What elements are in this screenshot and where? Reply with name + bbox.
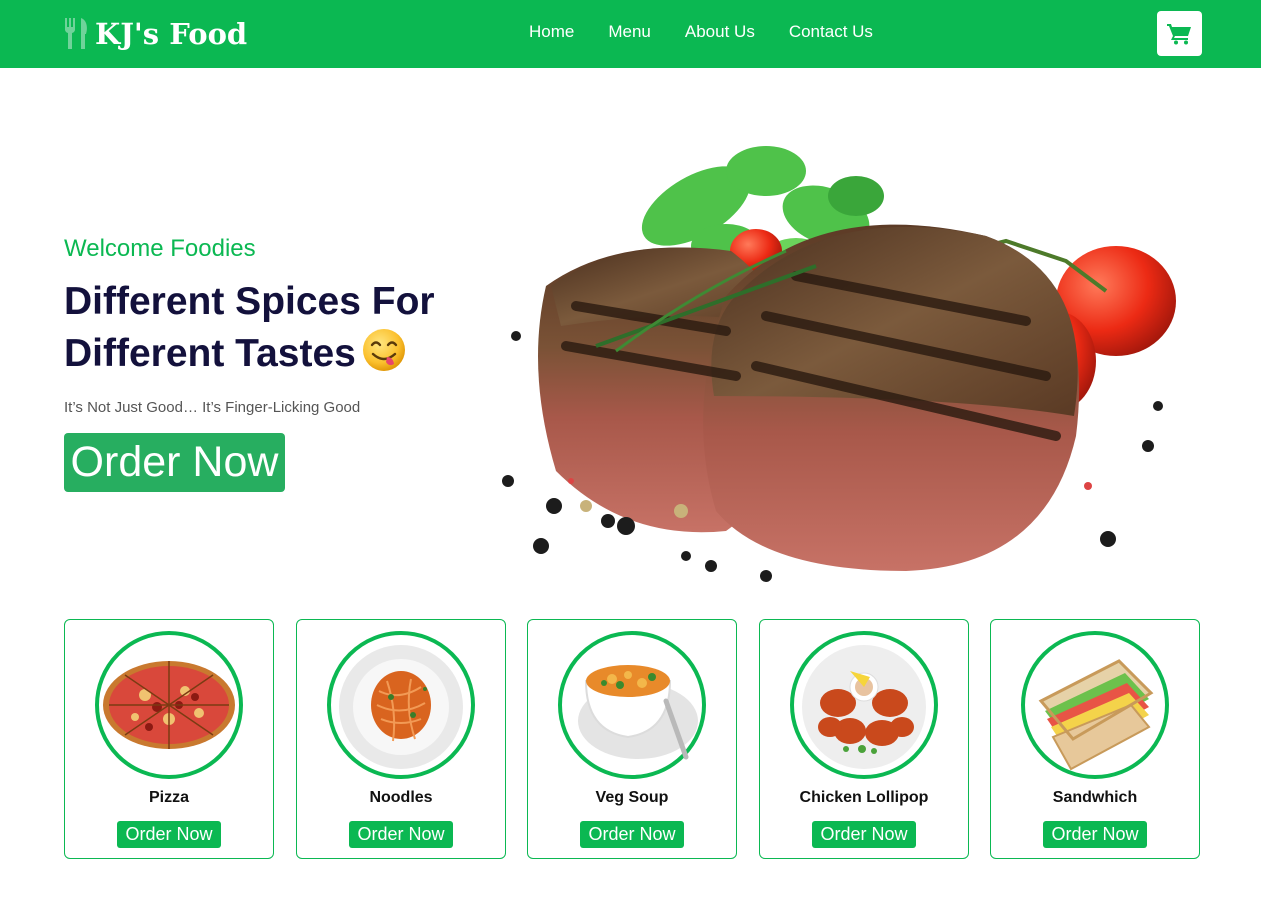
menu-item-name: Chicken Lollipop	[799, 789, 929, 806]
menu-item-name: Sandwhich	[1052, 789, 1138, 806]
menu-card-chicken-lollipop: Chicken Lollipop Order Now	[759, 619, 969, 859]
hero-title: Different Spices For Different Tastes	[64, 276, 484, 380]
chicken-lollipop-image	[790, 631, 938, 779]
nav-about-us[interactable]: About Us	[668, 20, 772, 44]
menu-item-name: Pizza	[148, 789, 189, 806]
veg-soup-order-now-button[interactable]: Order Now	[580, 821, 684, 848]
navbar: KJ's Food Home Menu About Us Contact Us	[0, 0, 1261, 68]
menu-card-noodles: Noodles Order Now	[296, 619, 506, 859]
hero-steak-image	[496, 136, 1200, 586]
chicken-lollipop-order-now-button[interactable]: Order Now	[812, 821, 916, 848]
cart-icon	[1166, 23, 1191, 44]
hero-tagline: It’s Not Just Good… It’s Finger-Licking …	[64, 399, 361, 416]
pizza-image	[95, 631, 243, 779]
hero-title-line2: Different Tastes	[64, 332, 356, 375]
fork-knife-icon	[65, 18, 87, 49]
brand-logo-link[interactable]: KJ's Food	[63, 14, 247, 54]
menu-card-pizza: Pizza Order Now	[64, 619, 274, 859]
steak-illustration	[496, 136, 1200, 586]
hero-subtitle: Welcome Foodies	[64, 235, 256, 262]
nav-home[interactable]: Home	[512, 20, 591, 44]
face-savoring-food-emoji-icon	[362, 329, 405, 371]
menu-item-name: Noodles	[369, 789, 433, 806]
noodles-order-now-button[interactable]: Order Now	[349, 821, 453, 848]
nav-links: Home Menu About Us Contact Us	[512, 20, 890, 44]
hero-order-now-button[interactable]: Order Now	[64, 433, 285, 492]
hero-title-line1: Different Spices For	[64, 280, 435, 323]
brand-name: KJ's Food	[95, 17, 248, 51]
nav-contact-us[interactable]: Contact Us	[772, 20, 890, 44]
menu-card-veg-soup: Veg Soup Order Now	[527, 619, 737, 859]
pizza-order-now-button[interactable]: Order Now	[117, 821, 221, 848]
nav-menu[interactable]: Menu	[591, 20, 668, 44]
sandwich-order-now-button[interactable]: Order Now	[1043, 821, 1147, 848]
sandwich-image	[1021, 631, 1169, 779]
menu-item-name: Veg Soup	[595, 789, 669, 806]
veg-soup-image	[558, 631, 706, 779]
menu-card-sandwich: Sandwhich Order Now	[990, 619, 1200, 859]
noodles-image	[327, 631, 475, 779]
cart-button[interactable]	[1157, 11, 1202, 56]
